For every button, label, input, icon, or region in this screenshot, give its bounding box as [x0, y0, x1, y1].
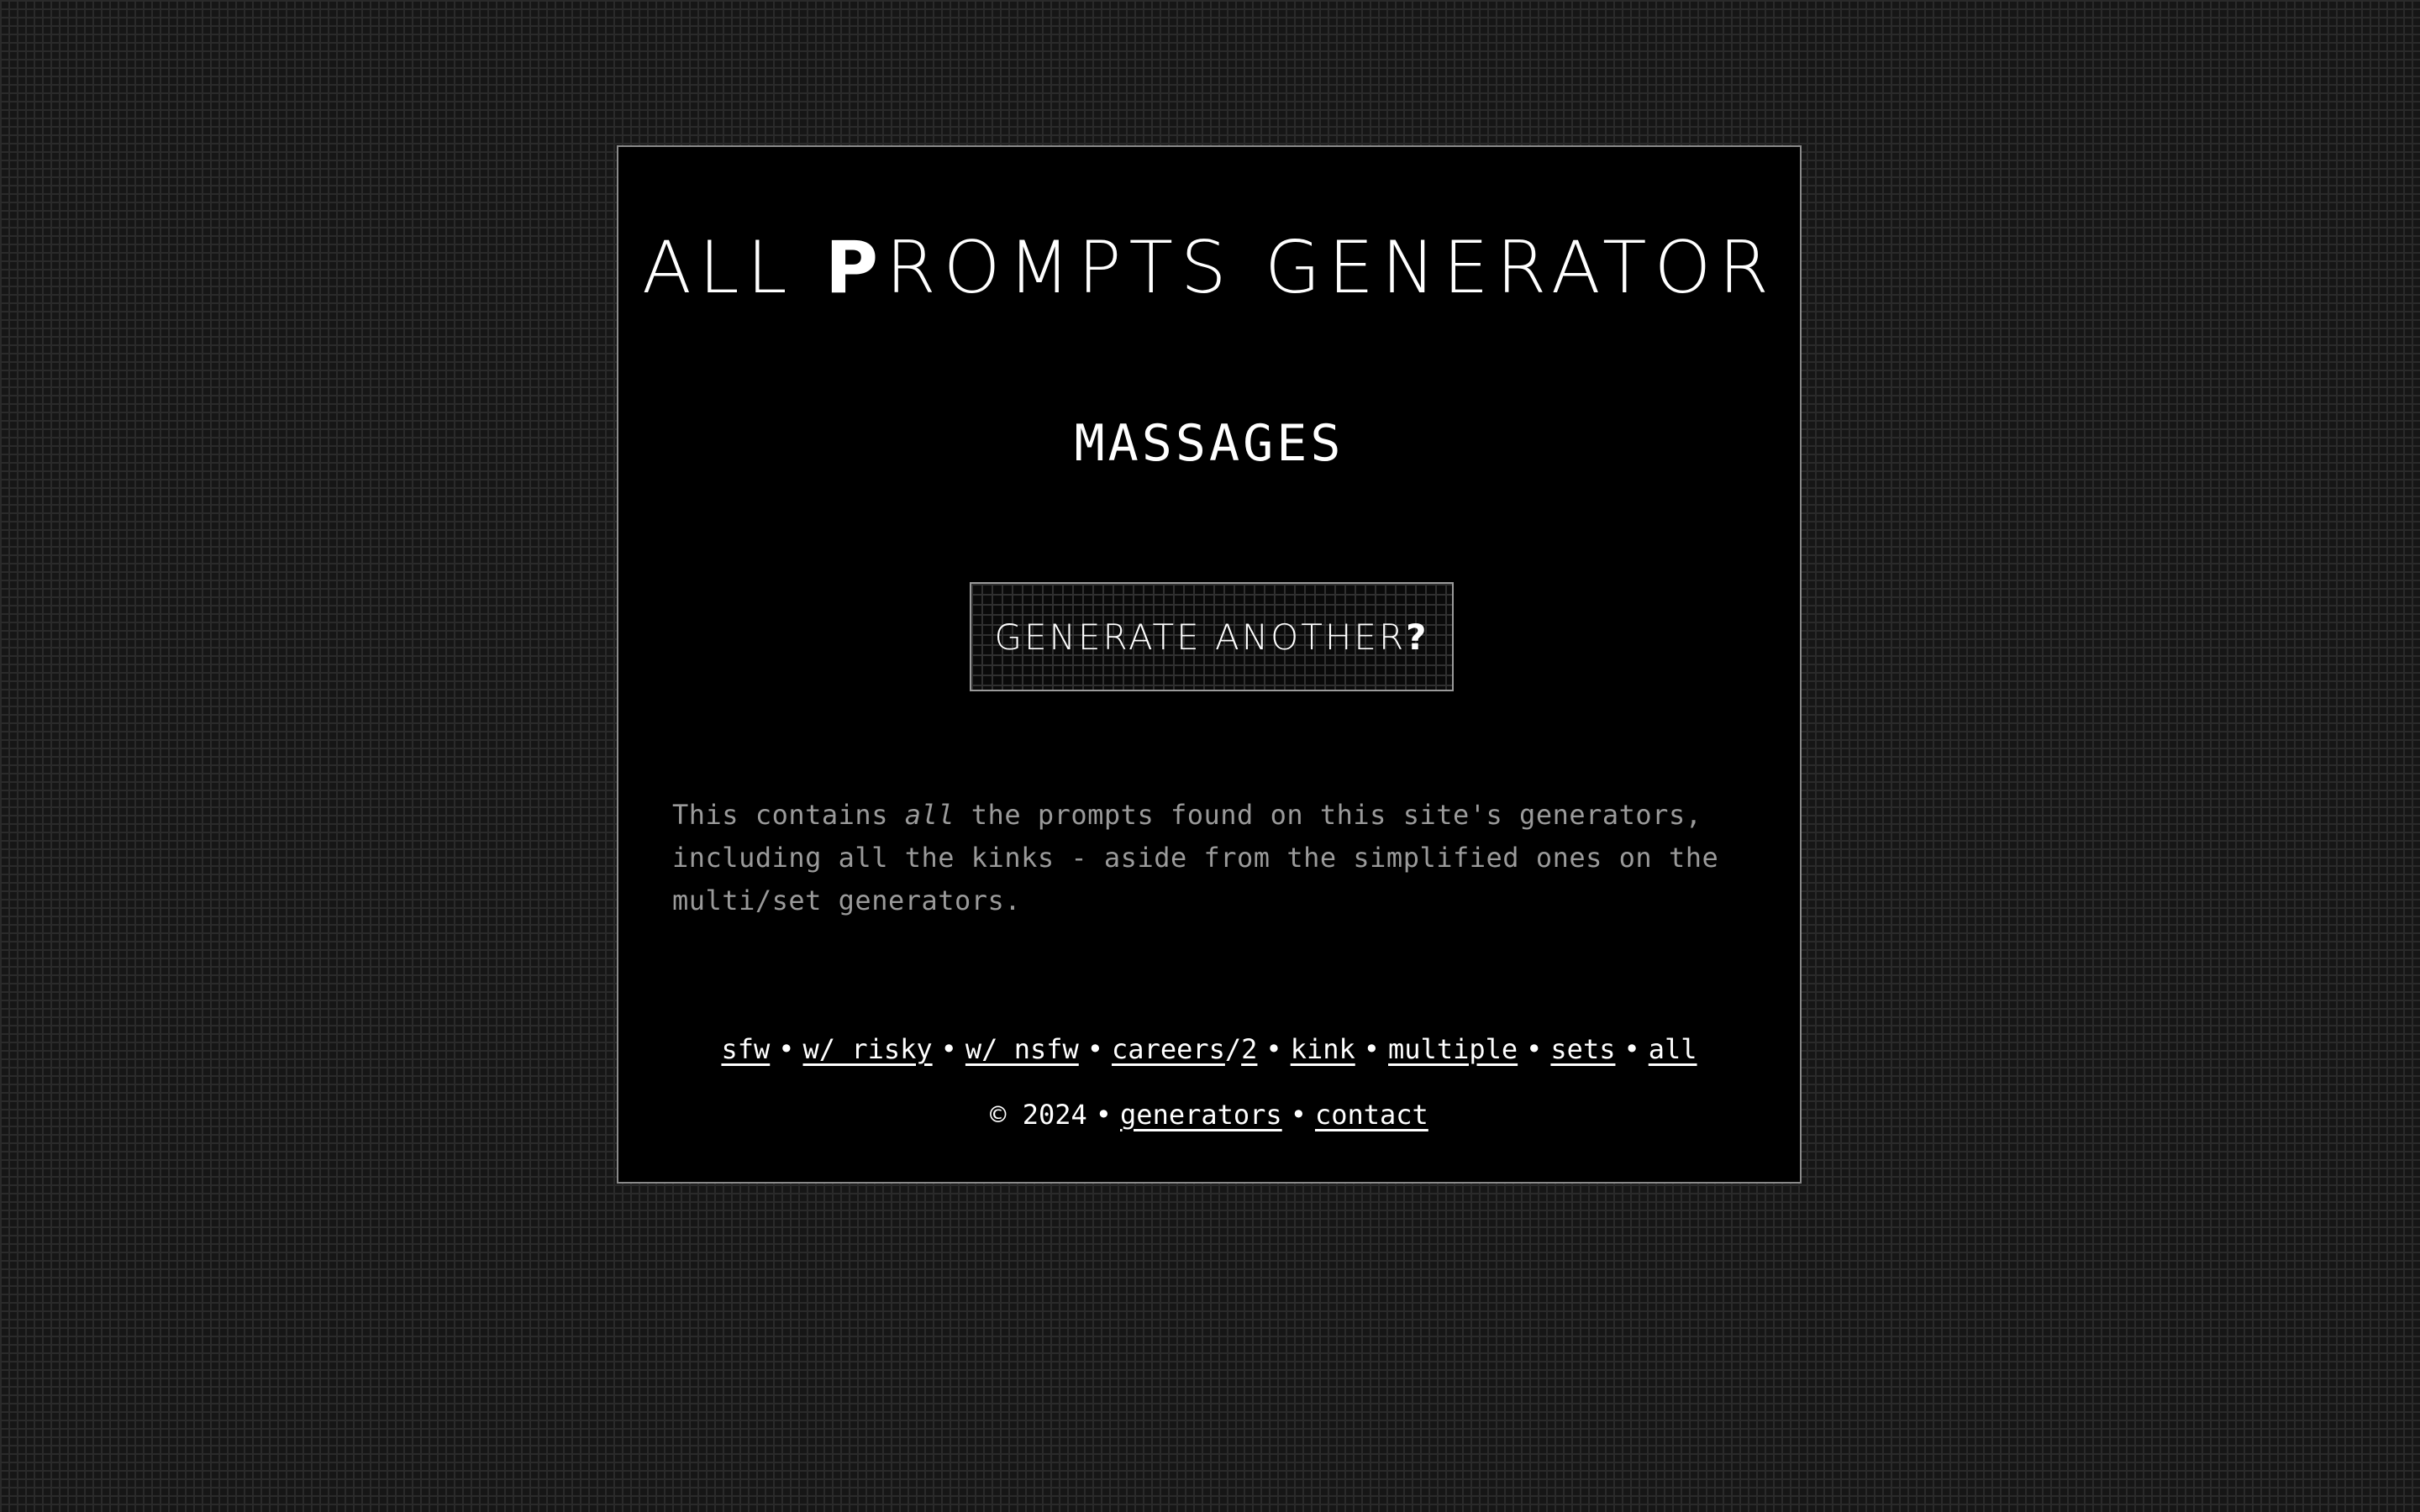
generate-button-label: GENERATE ANOTHER	[994, 616, 1407, 658]
nav-link-kink[interactable]: kink	[1291, 1033, 1355, 1065]
nav-separator: •	[940, 1033, 957, 1065]
nav-slash: /	[1224, 1033, 1242, 1065]
nav-link-careers-2[interactable]: 2	[1241, 1033, 1257, 1065]
generate-another-button[interactable]: GENERATE ANOTHER?	[970, 582, 1454, 691]
nav-link-careers[interactable]: careers	[1112, 1033, 1225, 1065]
nav-separator: •	[1265, 1033, 1282, 1065]
nav-link-multiple[interactable]: multiple	[1388, 1033, 1518, 1065]
footer-link-contact[interactable]: contact	[1315, 1099, 1428, 1131]
nav-separator: •	[1526, 1033, 1543, 1065]
page-title: ALL PROMPTS GENERATOR	[618, 222, 1800, 314]
nav-separator: •	[1086, 1033, 1104, 1065]
nav-link-all[interactable]: all	[1649, 1033, 1697, 1065]
footer-link-generators[interactable]: generators	[1120, 1099, 1282, 1131]
nav-separator: •	[1623, 1033, 1640, 1065]
question-mark-glyph: ?	[1406, 616, 1429, 658]
description-text: This contains all the prompts found on t…	[672, 794, 1756, 922]
title-heavy-letter: P	[824, 226, 886, 310]
footer: © 2024 • generators • contact	[618, 1094, 1800, 1136]
main-card: ALL PROMPTS GENERATOR MASSAGES GENERATE …	[617, 145, 1802, 1184]
nav-separator: •	[778, 1033, 795, 1065]
description-part1: This contains	[672, 799, 905, 831]
copyright-text: © 2024	[990, 1099, 1087, 1131]
nav-link-nsfw[interactable]: w/ nsfw	[965, 1033, 1079, 1065]
nav-link-sets[interactable]: sets	[1550, 1033, 1615, 1065]
footer-separator: •	[1290, 1099, 1307, 1131]
title-part2: ROMPTS GENERATOR	[886, 226, 1777, 310]
nav-link-risky[interactable]: w/ risky	[803, 1033, 933, 1065]
generated-prompt: MASSAGES	[1074, 414, 1344, 473]
title-part1: ALL	[641, 226, 825, 310]
nav-separator: •	[1363, 1033, 1381, 1065]
description-emphasis: all	[904, 799, 955, 831]
nav-link-sfw[interactable]: sfw	[721, 1033, 770, 1065]
footer-separator: •	[1095, 1099, 1113, 1131]
generator-nav: sfw • w/ risky • w/ nsfw • careers/2 • kink • mult…	[618, 1028, 1800, 1070]
